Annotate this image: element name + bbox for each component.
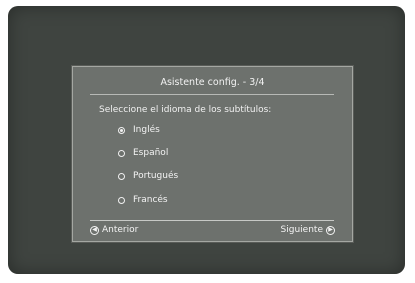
- arrow-right-circle-icon: ▶: [326, 225, 335, 235]
- footer-divider: [90, 220, 334, 221]
- language-option-label: Francés: [133, 195, 168, 205]
- language-option-portugues[interactable]: Portugués: [118, 169, 178, 183]
- dialog-title: Asistente config. - 3/4: [160, 77, 265, 88]
- language-option-label: Inglés: [133, 125, 160, 135]
- setup-wizard-dialog: Asistente config. - 3/4 Seleccione el id…: [72, 66, 353, 242]
- language-option-label: Portugués: [133, 171, 179, 181]
- radio-unselected-icon: [118, 196, 125, 204]
- previous-button[interactable]: ◀ Anterior: [90, 225, 138, 235]
- subtitle-language-prompt: Seleccione el idioma de los subtítulos:: [99, 105, 272, 115]
- language-option-espanol[interactable]: Español: [118, 146, 168, 160]
- tv-screen: Asistente config. - 3/4 Seleccione el id…: [8, 6, 405, 274]
- next-button[interactable]: Siguiente ▶: [281, 225, 335, 235]
- next-label: Siguiente: [280, 225, 323, 235]
- language-option-ingles[interactable]: Inglés: [118, 123, 160, 137]
- radio-selected-icon: [118, 126, 125, 134]
- radio-unselected-icon: [118, 149, 125, 157]
- arrow-left-circle-icon: ◀: [90, 225, 99, 235]
- radio-unselected-icon: [118, 172, 125, 180]
- title-divider: [90, 94, 334, 95]
- language-option-label: Español: [133, 148, 169, 158]
- previous-label: Anterior: [102, 225, 139, 235]
- language-option-frances[interactable]: Francés: [118, 193, 168, 207]
